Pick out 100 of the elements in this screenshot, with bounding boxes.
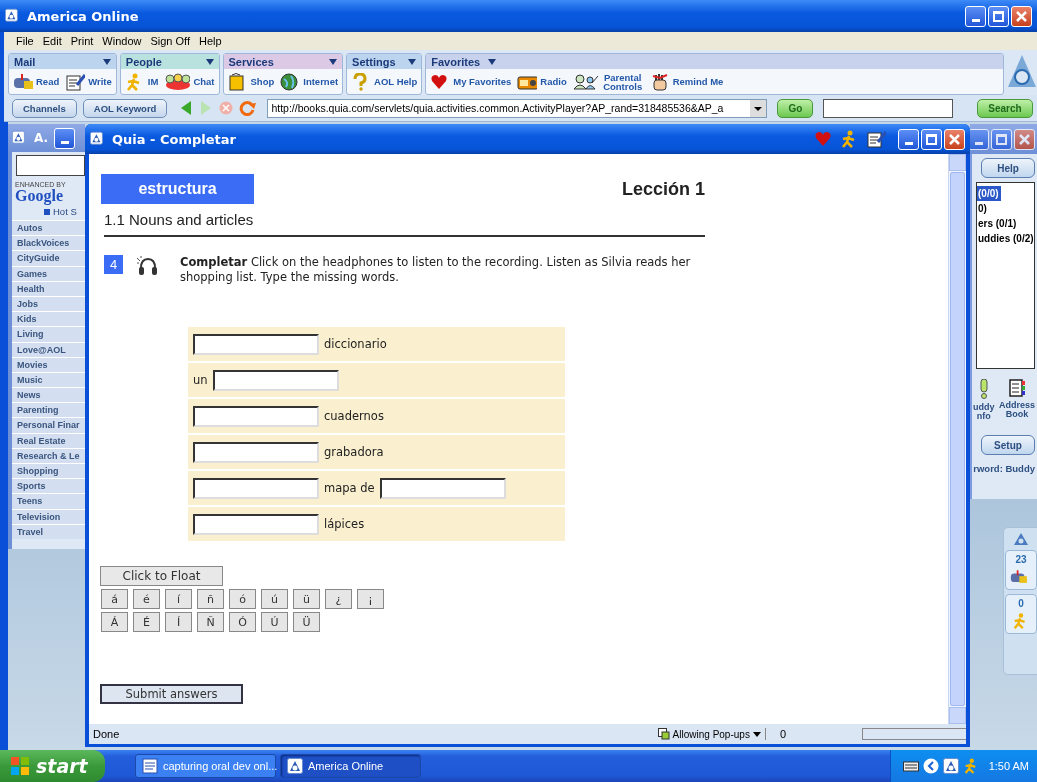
answer-field[interactable]: [379, 477, 506, 499]
channel-item[interactable]: Shopping: [12, 463, 85, 479]
taskbar-button[interactable]: capturing oral dev onl...: [135, 754, 276, 778]
accent-key[interactable]: ñ: [197, 589, 224, 609]
channel-item[interactable]: Autos: [12, 220, 85, 236]
accent-key[interactable]: Ñ: [197, 612, 224, 632]
toolbar-button[interactable]: Write: [65, 72, 112, 91]
go-button[interactable]: Go: [777, 98, 814, 118]
buddy-group[interactable]: ers (0/1): [977, 216, 1034, 231]
popup-menu-button[interactable]: Allowing Pop-ups: [653, 728, 766, 740]
accent-key[interactable]: í: [165, 589, 192, 609]
answer-field[interactable]: [193, 441, 319, 463]
accent-key[interactable]: Ó: [229, 612, 256, 632]
menu-item[interactable]: Sign Off: [150, 35, 190, 47]
im-count: 0: [1018, 598, 1024, 609]
answer-field[interactable]: [193, 513, 319, 535]
accent-key[interactable]: ó: [229, 589, 256, 609]
buddy-tool-button[interactable]: uddy nfo: [973, 379, 995, 421]
toolbar-group-label: People: [125, 55, 162, 68]
start-button[interactable]: start: [0, 750, 105, 782]
accent-key[interactable]: ú: [261, 589, 288, 609]
keyboard-icon[interactable]: [902, 760, 919, 772]
toolbar-button[interactable]: Chat: [164, 72, 215, 91]
answer-field[interactable]: [193, 333, 319, 355]
minimize-button[interactable]: [965, 5, 986, 27]
toolbar-button[interactable]: My Favorites: [430, 72, 512, 91]
group-menu-button[interactable]: [102, 58, 111, 65]
menu-item[interactable]: Window: [102, 35, 142, 47]
add-note-icon[interactable]: [866, 130, 886, 148]
channel-item[interactable]: Living: [12, 326, 85, 342]
windows-flag-icon: [10, 756, 30, 776]
channel-item[interactable]: Kids: [12, 311, 85, 327]
minimize-button[interactable]: [54, 127, 76, 149]
toolbar-button[interactable]: IM: [124, 72, 159, 91]
minimize-button[interactable]: [968, 128, 989, 150]
scrollbar[interactable]: [948, 154, 966, 724]
accent-key[interactable]: Ü: [293, 612, 320, 632]
answer-field[interactable]: [212, 369, 339, 391]
channel-item[interactable]: Teens: [12, 493, 85, 509]
help-button[interactable]: Help: [981, 158, 1035, 178]
search-field[interactable]: [16, 155, 85, 176]
window-title: America Online: [27, 8, 139, 24]
channel-item[interactable]: News: [12, 387, 85, 403]
maximize-button[interactable]: [921, 128, 942, 150]
search-field[interactable]: [823, 98, 954, 118]
channel-item[interactable]: Parenting: [12, 402, 85, 418]
group-people-icon: [164, 72, 191, 91]
channel-item[interactable]: BlackVoices: [12, 235, 85, 251]
group-menu-button[interactable]: [488, 58, 497, 65]
menu-item[interactable]: File: [16, 35, 34, 47]
accent-key[interactable]: É: [133, 612, 160, 632]
address-field[interactable]: http://books.quia.com/servlets/quia.activities.common.ActivityPlayer?AP_rand=318485536&AP_a: [267, 98, 768, 118]
toolbar-button[interactable]: Internet: [280, 72, 339, 91]
close-button[interactable]: [1011, 5, 1032, 27]
accent-key[interactable]: é: [133, 589, 160, 609]
accent-key[interactable]: ¿: [325, 589, 352, 609]
setup-button[interactable]: Setup: [981, 435, 1035, 455]
search-button[interactable]: Search: [977, 98, 1033, 118]
menu-item[interactable]: Help: [199, 35, 222, 47]
answer-field[interactable]: [193, 477, 319, 499]
channel-item[interactable]: Personal Finar: [12, 417, 85, 433]
minimize-button[interactable]: [898, 128, 919, 150]
group-menu-button[interactable]: [329, 58, 338, 65]
toolbar-button[interactable]: Remind Me: [649, 72, 724, 91]
close-button[interactable]: [944, 128, 965, 150]
headphones-icon[interactable]: [136, 255, 158, 277]
buddy-tool-button[interactable]: Address Book: [999, 379, 1035, 421]
maximize-button[interactable]: [991, 128, 1012, 150]
accent-key[interactable]: Á: [101, 612, 128, 632]
accent-key[interactable]: Í: [165, 612, 192, 632]
buddy-group[interactable]: (0/0): [977, 186, 1001, 201]
channel-item[interactable]: CityGuide: [12, 250, 85, 266]
buddy-group[interactable]: 0): [977, 201, 1034, 216]
float-button[interactable]: Click to Float: [100, 566, 223, 586]
accent-key[interactable]: ¡: [357, 589, 384, 609]
hot-link[interactable]: Hot S: [53, 206, 77, 217]
submit-button[interactable]: Submit answers: [100, 684, 243, 704]
parent-child-icon: [572, 72, 599, 91]
chevron-left-icon[interactable]: [922, 758, 939, 774]
toolbar-button[interactable]: Parental Controls: [572, 72, 644, 91]
close-button[interactable]: [1014, 128, 1035, 150]
taskbar-button[interactable]: America Online: [280, 754, 421, 778]
toolbar-button[interactable]: Read: [13, 72, 60, 91]
toolbar-button[interactable]: Shop: [227, 72, 275, 91]
answer-field[interactable]: [193, 405, 319, 427]
group-menu-button[interactable]: [408, 58, 417, 65]
accent-key[interactable]: á: [101, 589, 128, 609]
menu-item[interactable]: Edit: [42, 35, 62, 47]
menu-item[interactable]: Print: [70, 35, 94, 47]
group-menu-button[interactable]: [205, 58, 214, 65]
maximize-button[interactable]: [988, 5, 1009, 27]
nav-button[interactable]: Channels: [12, 98, 77, 118]
buddy-group[interactable]: uddies (0/2): [977, 231, 1034, 246]
aol-logo-icon[interactable]: [942, 758, 959, 774]
accent-key[interactable]: ü: [293, 589, 320, 609]
channel-item[interactable]: Sports: [12, 478, 85, 494]
accent-key[interactable]: Ú: [261, 612, 288, 632]
nav-button[interactable]: AOL Keyword: [82, 98, 168, 118]
toolbar-button[interactable]: AOL Help: [351, 72, 418, 91]
toolbar-button[interactable]: Radio: [517, 72, 567, 91]
